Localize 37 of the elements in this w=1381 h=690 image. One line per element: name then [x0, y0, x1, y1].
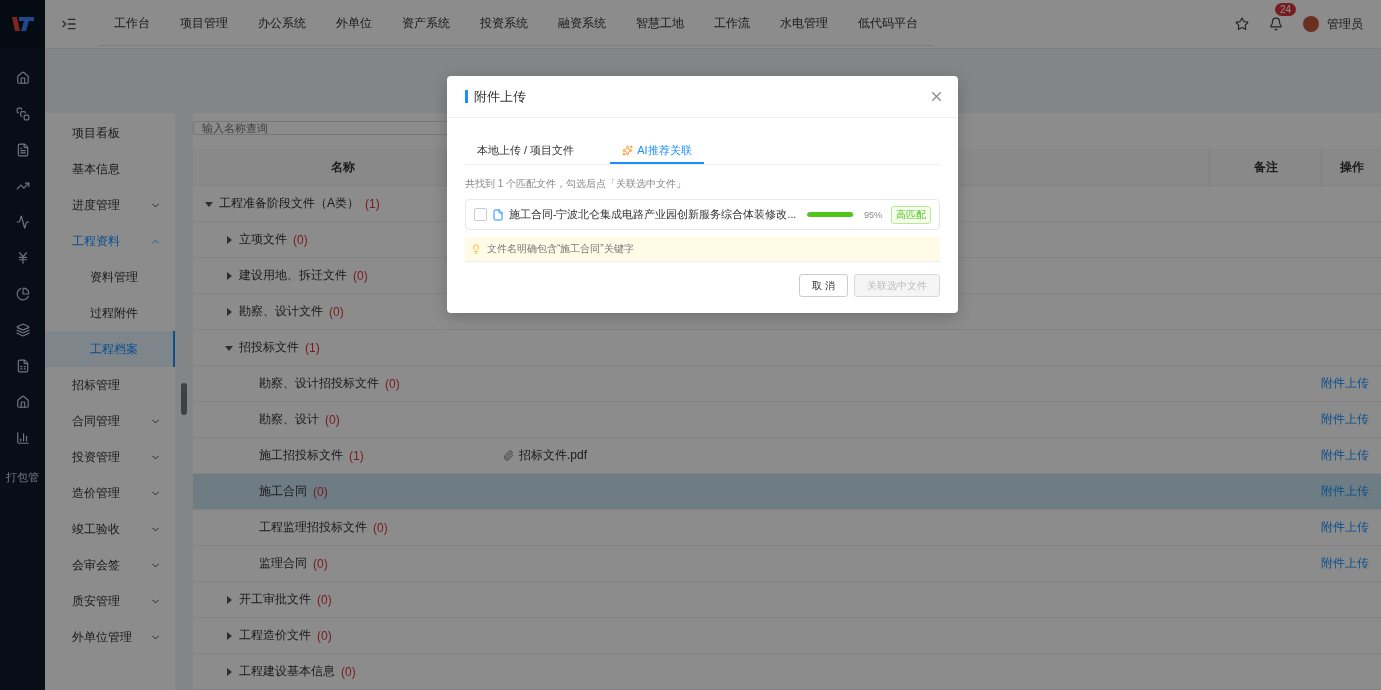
dialog-title: 附件上传 [465, 90, 526, 103]
tree-node-label: 工程造价文件 [239, 627, 311, 644]
column-header: 操作 [1321, 149, 1381, 186]
notification-badge: 24 [1275, 3, 1297, 16]
result-summary: 共找到 1 个匹配文件，勾选后点「关联选中文件」 [465, 177, 688, 191]
tree-node-label: 勘察、设计 [259, 411, 319, 428]
tree-node-label: 施工合同 [259, 483, 307, 500]
count-label: (0) [353, 268, 368, 283]
column-header: 备注 [1209, 149, 1321, 186]
tree-node-label: 勘察、设计文件 [239, 303, 323, 320]
match-percent: 95% [863, 209, 883, 220]
tree-node-label: 招投标文件 [239, 339, 299, 356]
tree-node-label: 工程准备阶段文件（A类） [219, 195, 359, 212]
count-label: (0) [313, 484, 328, 499]
count-label: (0) [385, 376, 400, 391]
tip-text: 文件名明确包含“施工合同”关键字 [487, 242, 634, 256]
count-label: (0) [293, 232, 308, 247]
tree-node-label: 工程建设基本信息 [239, 663, 335, 680]
tree-node-label: 监理合同 [259, 555, 307, 572]
count-label: (0) [373, 520, 388, 535]
tree-node-label: 工程监理招投标文件 [259, 519, 367, 536]
file-name: 施工合同-宁波北仑集成电路产业园创新服务综合体装修改... [509, 207, 797, 222]
count-label: (0) [325, 412, 340, 427]
count-label: (0) [313, 556, 328, 571]
count-label: (1) [349, 448, 364, 463]
count-label: (1) [305, 340, 320, 355]
tree-node-label: 立项文件 [239, 231, 287, 248]
count-label: (0) [329, 304, 344, 319]
count-label: (0) [317, 592, 332, 607]
tree-node-label: 建设用地、拆迁文件 [239, 267, 347, 284]
count-label: (0) [317, 628, 332, 643]
count-label: (0) [341, 664, 356, 679]
match-tag: 高匹配 [891, 205, 931, 224]
count-label: (1) [365, 196, 380, 211]
tree-node-label: 勘察、设计招投标文件 [259, 375, 379, 392]
tree-node-label: 开工审批文件 [239, 591, 311, 608]
tree-node-label: 施工招投标文件 [259, 447, 343, 464]
